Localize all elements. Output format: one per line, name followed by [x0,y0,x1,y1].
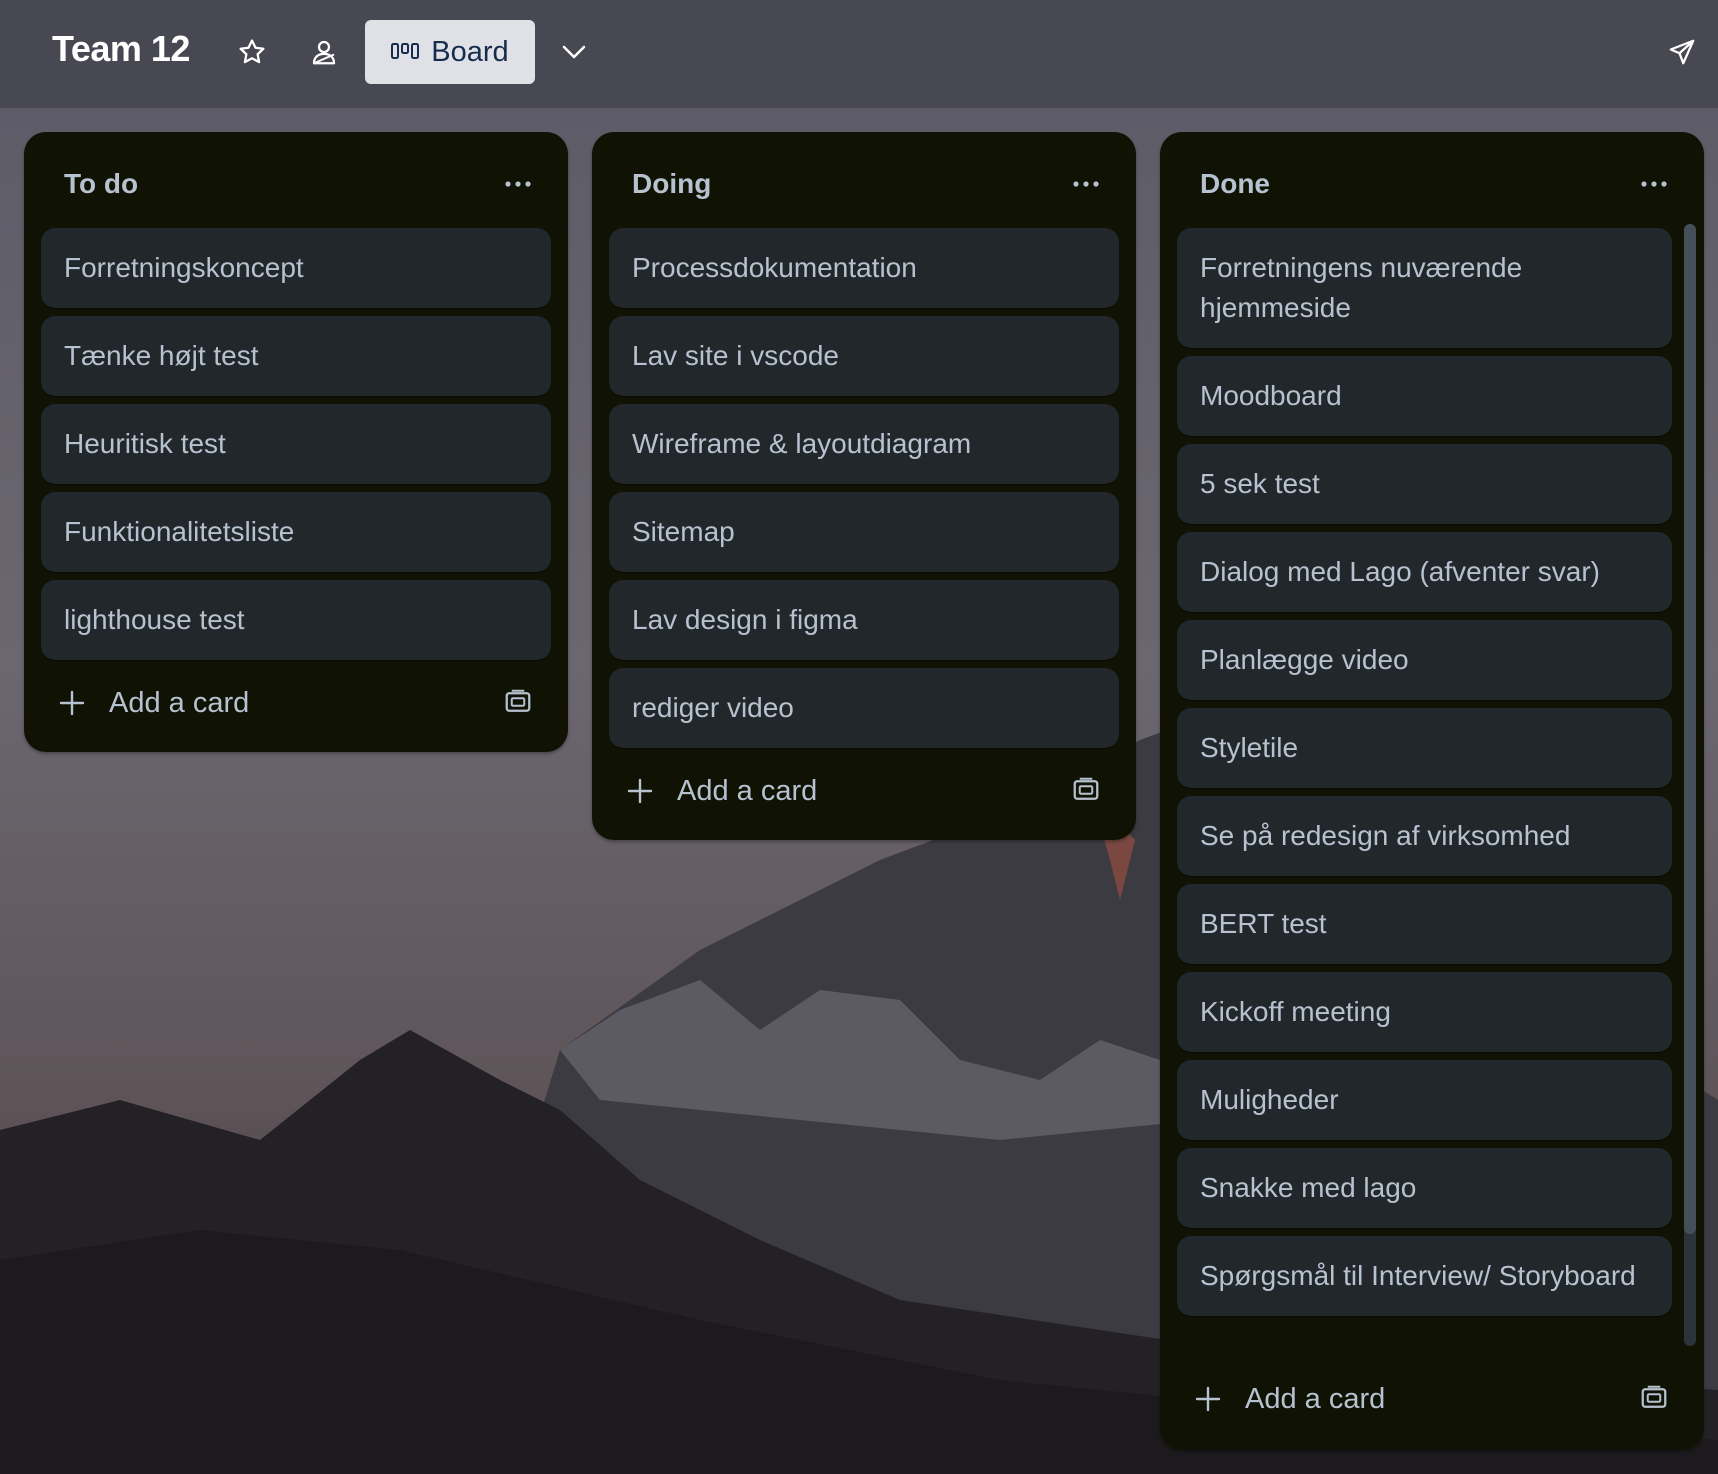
list-scrollbar[interactable] [1684,224,1696,1346]
star-board-button[interactable] [226,26,278,78]
create-from-template-button[interactable] [1639,1383,1671,1415]
card[interactable]: Snakke med lago [1177,1148,1672,1228]
card[interactable]: Processdokumentation [609,228,1119,308]
board-view-button[interactable]: Board [365,20,535,84]
add-card-label: Add a card [677,774,818,807]
add-card-button[interactable]: Add a card [1177,1368,1687,1430]
card[interactable]: Wireframe & layoutdiagram [609,404,1119,484]
board-visibility-button[interactable] [298,26,350,78]
plus-icon [1195,1384,1225,1414]
board-view-icon [391,43,420,59]
list-title[interactable]: Doing [632,168,711,200]
card[interactable]: Se på redesign af virksomhed [1177,796,1672,876]
more-icon [1641,181,1667,187]
list-scrollbar-thumb[interactable] [1684,224,1696,1234]
list-menu-button[interactable] [1634,164,1674,204]
card[interactable]: Forretningskoncept [41,228,551,308]
card[interactable]: Heuritisk test [41,404,551,484]
more-icon [505,181,531,187]
card[interactable]: Forretningens nuværende hjemmeside [1177,228,1672,348]
list-header: To do [24,132,568,228]
list-title[interactable]: To do [64,168,138,200]
template-icon [1641,1385,1667,1408]
more-icon [1073,181,1099,187]
add-card-button[interactable]: Add a card [609,760,1119,822]
template-icon [505,689,531,712]
list-done[interactable]: Done Forretningens nuværende hjemmeside … [1160,132,1704,1450]
list-title[interactable]: Done [1200,168,1270,200]
list-to-do[interactable]: To do Forretningskoncept Tænke højt test… [24,132,568,752]
card[interactable]: Tænke højt test [41,316,551,396]
plus-icon [59,688,89,718]
card[interactable]: lighthouse test [41,580,551,660]
card[interactable]: Lav design i figma [609,580,1119,660]
card[interactable]: Moodboard [1177,356,1672,436]
list-header: Doing [592,132,1136,228]
card[interactable]: Dialog med Lago (afventer svar) [1177,532,1672,612]
template-icon [1073,777,1099,800]
card[interactable]: rediger video [609,668,1119,748]
list-header: Done [1160,132,1704,228]
create-from-template-button[interactable] [1071,775,1103,807]
board-title[interactable]: Team 12 [52,28,190,70]
card[interactable]: Lav site i vscode [609,316,1119,396]
card[interactable]: Sitemap [609,492,1119,572]
plus-icon [627,776,657,806]
board-view-label: Board [431,35,509,68]
send-icon [1669,39,1695,65]
card[interactable]: Kickoff meeting [1177,972,1672,1052]
star-icon [239,39,265,64]
members-icon [312,40,336,65]
share-button[interactable] [1656,26,1708,78]
card[interactable]: 5 sek test [1177,444,1672,524]
list-doing[interactable]: Doing Processdokumentation Lav site i vs… [592,132,1136,840]
list-menu-button[interactable] [498,164,538,204]
card[interactable]: Styletile [1177,708,1672,788]
card[interactable]: Funktionalitetsliste [41,492,551,572]
switch-view-button[interactable] [548,26,600,78]
board-header: Team 12 Board [0,0,1718,108]
add-card-label: Add a card [109,686,250,719]
card[interactable]: Spørgsmål til Interview/ Storyboard [1177,1236,1672,1316]
card[interactable]: Planlægge video [1177,620,1672,700]
card[interactable]: Muligheder [1177,1060,1672,1140]
create-from-template-button[interactable] [503,687,535,719]
add-card-label: Add a card [1245,1382,1386,1415]
list-menu-button[interactable] [1066,164,1106,204]
add-card-button[interactable]: Add a card [41,672,551,734]
chevron-down-icon [562,45,586,59]
card[interactable]: BERT test [1177,884,1672,964]
